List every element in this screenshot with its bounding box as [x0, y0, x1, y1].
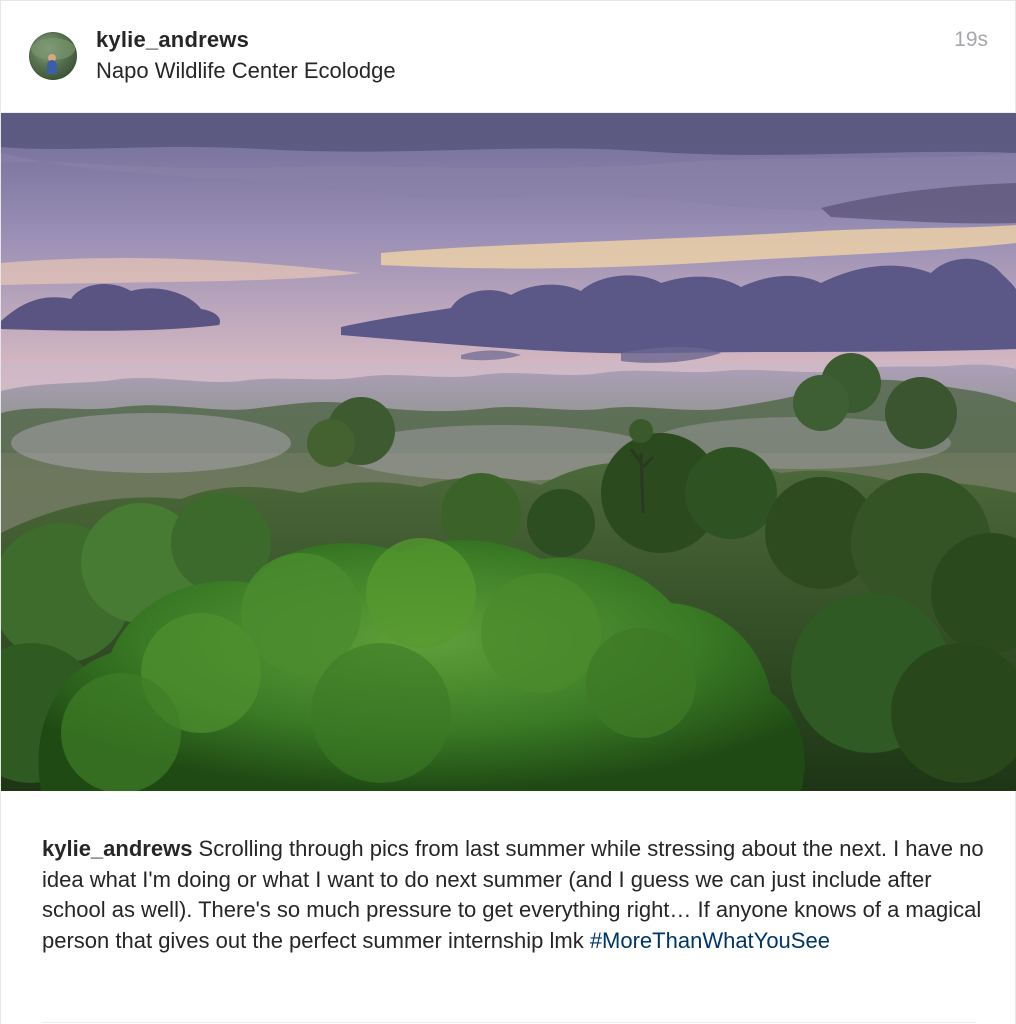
caption-divider — [42, 1022, 976, 1023]
post-caption: kylie_andrews Scrolling through pics fro… — [42, 834, 987, 956]
avatar[interactable] — [29, 32, 77, 80]
caption-hashtag-link[interactable]: #MoreThanWhatYouSee — [590, 928, 830, 953]
post-location-link[interactable]: Napo Wildlife Center Ecolodge — [96, 58, 396, 84]
post-card: kylie_andrews Napo Wildlife Center Ecolo… — [0, 0, 1016, 1024]
post-username-link[interactable]: kylie_andrews — [96, 27, 249, 53]
avatar-figure — [47, 60, 57, 74]
post-header: kylie_andrews Napo Wildlife Center Ecolo… — [1, 1, 1016, 113]
rainforest-sunset-photo — [1, 113, 1016, 791]
caption-username-link[interactable]: kylie_andrews — [42, 836, 192, 861]
post-timestamp[interactable]: 19s — [954, 28, 988, 52]
post-photo[interactable] — [1, 113, 1016, 791]
